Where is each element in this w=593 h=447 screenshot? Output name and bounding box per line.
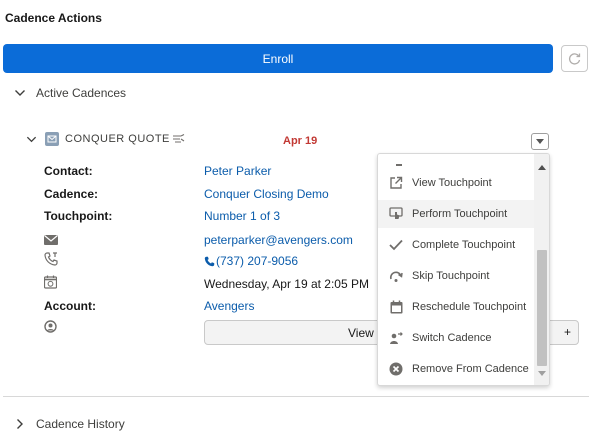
- menu-item-switch-cadence[interactable]: Switch Cadence: [378, 324, 534, 352]
- cadence-name[interactable]: CONQUER QUOTE: [65, 133, 170, 145]
- phone-number[interactable]: (737) 207-9056: [216, 254, 298, 268]
- active-cadences-label: Active Cadences: [36, 86, 127, 100]
- menu-item-skip-touchpoint[interactable]: Skip Touchpoint: [378, 262, 534, 290]
- menu-item-perform-touchpoint[interactable]: Perform Touchpoint: [378, 200, 534, 228]
- touch-icon: [388, 206, 404, 222]
- menu-item-label: Skip Touchpoint: [412, 270, 490, 282]
- touchpoint-label: Touchpoint:: [44, 209, 113, 223]
- check-icon: [388, 237, 404, 253]
- cadence-history-label: Cadence History: [36, 417, 125, 431]
- phone-link-row[interactable]: (737) 207-9056: [204, 254, 298, 268]
- chevron-right-icon: [14, 418, 28, 430]
- chevron-down-icon: [14, 87, 28, 99]
- menu-item-partial: [396, 154, 402, 166]
- phone-icon: [44, 252, 58, 271]
- page-title: Cadence Actions: [5, 11, 102, 25]
- caret-down-icon: [536, 138, 544, 144]
- cadence-chevron-down-icon[interactable]: [26, 134, 37, 145]
- scroll-up-arrow-icon[interactable]: [538, 164, 546, 170]
- scroll-down-arrow-icon[interactable]: [538, 371, 546, 377]
- clock-calendar-icon: [43, 275, 58, 294]
- email-link[interactable]: peterparker@avengers.com: [204, 233, 353, 247]
- touchpoint-link[interactable]: Number 1 of 3: [204, 209, 280, 223]
- menu-item-label: Perform Touchpoint: [412, 208, 508, 220]
- remove-icon: [388, 361, 404, 377]
- menu-item-remove-from-cadence[interactable]: Remove From Cadence: [378, 355, 534, 383]
- contact-label: Contact:: [44, 164, 93, 178]
- cadence-label: Cadence:: [44, 187, 99, 201]
- cadence-date: Apr 19: [283, 135, 318, 147]
- menu-item-label: View Touchpoint: [412, 177, 492, 189]
- cadence-link[interactable]: Conquer Closing Demo: [204, 187, 329, 201]
- refresh-button[interactable]: [561, 45, 588, 72]
- scroll-thumb[interactable]: [537, 250, 547, 366]
- menu-item-complete-touchpoint[interactable]: Complete Touchpoint: [378, 231, 534, 259]
- menu-scrollbar[interactable]: [534, 154, 549, 385]
- active-cadences-toggle[interactable]: Active Cadences: [14, 86, 126, 100]
- menu-item-label: Remove From Cadence: [412, 363, 529, 375]
- menu-item-view-touchpoint[interactable]: View Touchpoint: [378, 169, 534, 197]
- email-type-icon: [45, 132, 59, 146]
- account-label: Account:: [44, 299, 96, 313]
- enroll-button[interactable]: Enroll: [3, 44, 553, 73]
- external-link-icon: [388, 175, 404, 191]
- add-button[interactable]: +: [564, 325, 571, 339]
- section-divider: [3, 396, 589, 397]
- refresh-icon: [568, 52, 580, 65]
- menu-item-label: Reschedule Touchpoint: [412, 301, 527, 313]
- email-icon: [44, 232, 58, 250]
- menu-item-label: Switch Cadence: [412, 332, 492, 344]
- row-actions-button[interactable]: [531, 133, 549, 150]
- phone-hint-icon: [172, 133, 185, 146]
- calendar-icon: [388, 299, 404, 315]
- skip-icon: [388, 268, 404, 284]
- phone-call-icon: [204, 256, 215, 267]
- menu-item-label: Complete Touchpoint: [412, 239, 516, 251]
- cadence-row: CONQUER QUOTE: [26, 132, 185, 146]
- due-datetime: Wednesday, Apr 19 at 2:05 PM: [204, 277, 369, 291]
- switch-icon: [388, 330, 404, 346]
- view-button-label: View: [348, 326, 374, 340]
- actions-dropdown-menu: View Touchpoint Perform Touchpoint Compl…: [377, 153, 550, 386]
- account-link[interactable]: Avengers: [204, 299, 254, 313]
- menu-item-reschedule-touchpoint[interactable]: Reschedule Touchpoint: [378, 293, 534, 321]
- contact-link[interactable]: Peter Parker: [204, 164, 271, 178]
- person-icon: [44, 320, 57, 338]
- cadence-history-toggle[interactable]: Cadence History: [14, 417, 125, 431]
